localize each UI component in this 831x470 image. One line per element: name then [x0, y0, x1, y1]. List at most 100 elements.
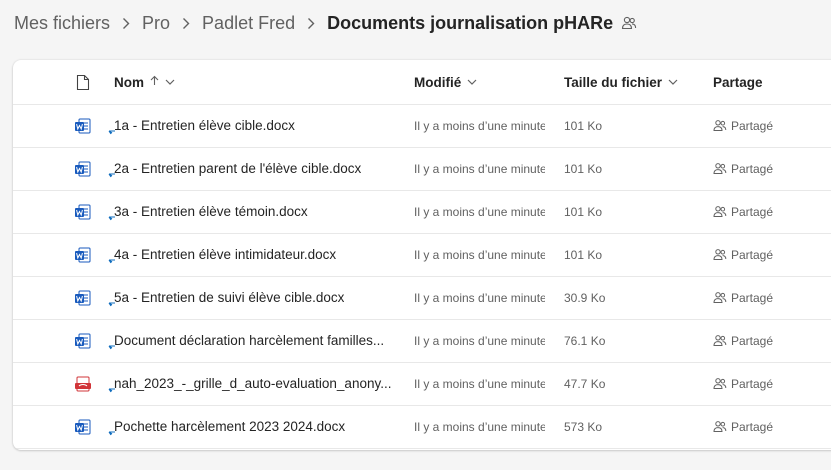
- size-cell: 76.1 Ko: [564, 319, 694, 362]
- file-name-link[interactable]: 4a - Entretien élève intimidateur.docx: [114, 247, 336, 262]
- shared-people-icon: [713, 119, 727, 132]
- table-row[interactable]: Pochette harcèlement 2023 2024.docx Il y …: [13, 405, 831, 449]
- file-name-cell[interactable]: 4a - Entretien élève intimidateur.docx: [108, 233, 404, 276]
- chevron-down-icon: [668, 79, 678, 85]
- size-cell: 30.9 Ko: [564, 276, 694, 319]
- shared-people-icon: [713, 420, 727, 433]
- shared-people-icon: [713, 377, 727, 390]
- table-row[interactable]: 2a - Entretien parent de l'élève cible.d…: [13, 147, 831, 191]
- word-icon: [71, 104, 95, 147]
- sharing-cell[interactable]: Partagé: [713, 362, 831, 405]
- modified-text: Il y a moins d’une minute: [414, 376, 545, 391]
- sharing-cell[interactable]: Partagé: [713, 190, 831, 233]
- new-file-icon: [108, 255, 117, 273]
- table-row[interactable]: nah_2023_-_grille_d_auto-evaluation_anon…: [13, 362, 831, 406]
- shared-people-icon: [713, 248, 727, 261]
- modified-cell: Il y a moins d’une minute: [414, 276, 545, 319]
- pdf-icon: [71, 362, 95, 405]
- file-type-header-icon[interactable]: [71, 60, 95, 104]
- sharing-status: Partagé: [731, 118, 774, 133]
- shared-people-icon: [713, 205, 727, 218]
- sharing-status: Partagé: [731, 204, 774, 219]
- table-row[interactable]: 1a - Entretien élève cible.docx Il y a mo…: [13, 104, 831, 148]
- modified-cell: Il y a moins d’une minute: [414, 104, 545, 147]
- file-name-link[interactable]: Pochette harcèlement 2023 2024.docx: [114, 419, 345, 434]
- size-cell: 47.7 Ko: [564, 362, 694, 405]
- column-header-modified-label: Modifié: [414, 74, 462, 90]
- column-header-size-label: Taille du fichier: [564, 74, 663, 90]
- file-size-text: 30.9 Ko: [564, 290, 606, 305]
- modified-text: Il y a moins d’une minute: [414, 204, 545, 219]
- sharing-status: Partagé: [731, 333, 774, 348]
- size-cell: 101 Ko: [564, 104, 694, 147]
- file-name-link[interactable]: 1a - Entretien élève cible.docx: [114, 118, 295, 133]
- word-icon: [71, 233, 95, 276]
- modified-text: Il y a moins d’une minute: [414, 419, 545, 434]
- word-icon: [71, 319, 95, 362]
- file-name-cell[interactable]: nah_2023_-_grille_d_auto-evaluation_anon…: [108, 362, 404, 405]
- table-row[interactable]: 4a - Entretien élève intimidateur.docx Il…: [13, 233, 831, 277]
- file-size-text: 101 Ko: [564, 247, 603, 262]
- shared-people-icon: [713, 162, 727, 175]
- file-name-link[interactable]: nah_2023_-_grille_d_auto-evaluation_anon…: [114, 376, 391, 391]
- column-header-modified[interactable]: Modifié: [414, 60, 545, 104]
- new-file-icon: [108, 384, 117, 402]
- breadcrumb-pro[interactable]: Pro: [142, 13, 170, 34]
- file-name-cell[interactable]: 5a - Entretien de suivi élève cible.docx: [108, 276, 404, 319]
- sharing-status: Partagé: [731, 419, 774, 434]
- breadcrumb-mes-fichiers[interactable]: Mes fichiers: [14, 13, 110, 34]
- sharing-cell[interactable]: Partagé: [713, 104, 831, 147]
- table-row[interactable]: Document déclaration harcèlement famille…: [13, 319, 831, 363]
- new-file-icon: [108, 298, 117, 316]
- file-size-text: 101 Ko: [564, 161, 603, 176]
- modified-text: Il y a moins d’une minute: [414, 247, 545, 262]
- sharing-cell[interactable]: Partagé: [713, 405, 831, 448]
- sharing-cell[interactable]: Partagé: [713, 147, 831, 190]
- column-header-size[interactable]: Taille du fichier: [564, 60, 694, 104]
- file-name-link[interactable]: 2a - Entretien parent de l'élève cible.d…: [114, 161, 361, 176]
- chevron-right-icon: [307, 17, 315, 30]
- file-name-cell[interactable]: Document déclaration harcèlement famille…: [108, 319, 404, 362]
- modified-cell: Il y a moins d’une minute: [414, 190, 545, 233]
- sharing-status: Partagé: [731, 247, 774, 262]
- new-file-icon: [108, 427, 117, 445]
- sharing-status: Partagé: [731, 376, 774, 391]
- shared-people-icon: [713, 334, 727, 347]
- new-file-icon: [108, 126, 117, 144]
- column-header-sharing[interactable]: Partage: [713, 60, 831, 104]
- modified-text: Il y a moins d’une minute: [414, 118, 545, 133]
- sharing-cell[interactable]: Partagé: [713, 276, 831, 319]
- page-title: Documents journalisation pHARe: [327, 12, 614, 33]
- file-name-cell[interactable]: 3a - Entretien élève témoin.docx: [108, 190, 404, 233]
- modified-text: Il y a moins d’une minute: [414, 333, 545, 348]
- modified-text: Il y a moins d’une minute: [414, 290, 545, 305]
- word-icon: [71, 276, 95, 319]
- breadcrumb: Mes fichiers Pro Padlet Fred Documents j…: [14, 10, 637, 36]
- shared-people-icon[interactable]: [621, 15, 637, 31]
- table-row[interactable]: 5a - Entretien de suivi élève cible.docx…: [13, 276, 831, 320]
- size-cell: 573 Ko: [564, 405, 694, 448]
- file-size-text: 573 Ko: [564, 419, 603, 434]
- file-name-link[interactable]: 3a - Entretien élève témoin.docx: [114, 204, 308, 219]
- file-name-cell[interactable]: 2a - Entretien parent de l'élève cible.d…: [108, 147, 404, 190]
- modified-cell: Il y a moins d’une minute: [414, 319, 545, 362]
- column-header-name-label: Nom: [114, 74, 144, 90]
- file-name-cell[interactable]: Pochette harcèlement 2023 2024.docx: [108, 405, 404, 448]
- sharing-cell[interactable]: Partagé: [713, 319, 831, 362]
- modified-cell: Il y a moins d’une minute: [414, 233, 545, 276]
- chevron-down-icon: [165, 79, 175, 85]
- file-name-link[interactable]: Document déclaration harcèlement famille…: [114, 333, 384, 348]
- file-size-text: 101 Ko: [564, 204, 603, 219]
- sharing-cell[interactable]: Partagé: [713, 233, 831, 276]
- column-header-name[interactable]: Nom: [114, 60, 404, 104]
- new-file-icon: [108, 169, 117, 187]
- breadcrumb-padlet-fred[interactable]: Padlet Fred: [202, 13, 295, 34]
- table-row[interactable]: 3a - Entretien élève témoin.docx Il y a m…: [13, 190, 831, 234]
- file-name-cell[interactable]: 1a - Entretien élève cible.docx: [108, 104, 404, 147]
- file-size-text: 101 Ko: [564, 118, 603, 133]
- file-name-link[interactable]: 5a - Entretien de suivi élève cible.docx: [114, 290, 344, 305]
- new-file-icon: [108, 341, 117, 359]
- word-icon: [71, 190, 95, 233]
- word-icon: [71, 405, 95, 448]
- size-cell: 101 Ko: [564, 233, 694, 276]
